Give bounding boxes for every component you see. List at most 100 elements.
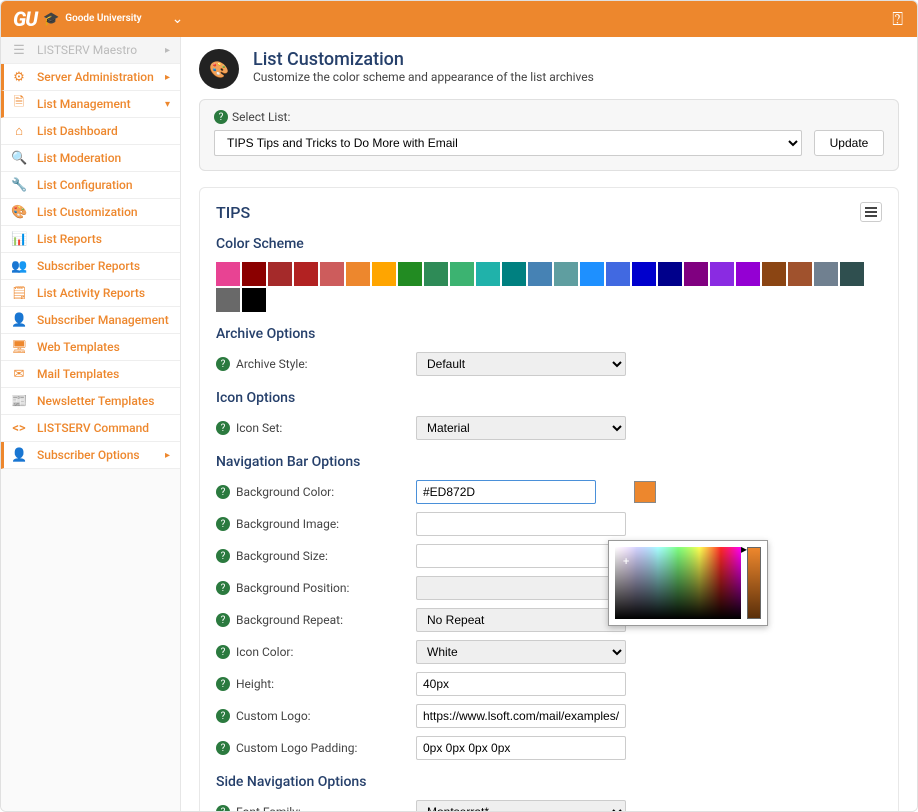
icon-options-heading: Icon Options [216, 390, 882, 406]
color-swatch-19[interactable] [710, 262, 734, 286]
sidebar-icon: 📰 [11, 394, 27, 409]
color-swatch-21[interactable] [762, 262, 786, 286]
sidebar-icon: 🔧 [11, 178, 27, 193]
color-swatch-11[interactable] [502, 262, 526, 286]
bg-color-input[interactable] [416, 480, 596, 504]
font-family-select[interactable]: Montserrat* [416, 800, 626, 811]
sidebar-item-8[interactable]: 👥 Subscriber Reports [1, 253, 180, 280]
color-picker-popup[interactable]: + ▸ [608, 540, 768, 626]
sidebar-item-13[interactable]: 📰 Newsletter Templates [1, 388, 180, 415]
color-swatch-7[interactable] [398, 262, 422, 286]
color-swatch-18[interactable] [684, 262, 708, 286]
color-swatches [216, 262, 882, 312]
help-icon[interactable]: ? [216, 613, 230, 627]
bg-image-input[interactable] [416, 512, 626, 536]
sidebar-item-label: List Moderation [37, 151, 121, 165]
help-icon[interactable]: ? [216, 485, 230, 499]
brand-name: Goode University [65, 14, 141, 24]
sidebar-item-3[interactable]: ⌂List Dashboard [1, 118, 180, 145]
color-picker-hue-slider[interactable] [747, 547, 761, 619]
hamburger-menu-icon[interactable] [860, 202, 882, 222]
help-icon[interactable]: ? [216, 421, 230, 435]
bg-color-swatch[interactable] [634, 481, 656, 503]
sidebar-item-2[interactable]: 🗎List Management▾ [1, 91, 180, 118]
icon-color-select[interactable]: White [416, 640, 626, 664]
color-swatch-5[interactable] [346, 262, 370, 286]
archive-style-select[interactable]: Default [416, 352, 626, 376]
sidebar-item-0[interactable]: ☰LISTSERV Maestro▸ [1, 37, 180, 64]
sidebar-icon: 🔍 [11, 151, 27, 166]
color-swatch-2[interactable] [268, 262, 292, 286]
bg-repeat-label: Background Repeat: [236, 613, 343, 627]
help-icon[interactable]: ? [216, 517, 230, 531]
brand-logo: GU 🎓 Goode University [13, 7, 142, 31]
color-swatch-3[interactable] [294, 262, 318, 286]
sidebar-item-10[interactable]: 👤Subscriber Management [1, 307, 180, 334]
help-icon[interactable]: ⍰ [892, 9, 903, 30]
sidebar-icon: 👤 [11, 313, 27, 328]
help-icon[interactable]: ? [214, 110, 228, 124]
sidebar-item-15[interactable]: 👤Subscriber Options▸ [1, 442, 180, 469]
main-content: 🎨 List Customization Customize the color… [181, 37, 917, 811]
color-swatch-13[interactable] [554, 262, 578, 286]
sidebar-item-14[interactable]: <>LISTSERV Command [1, 415, 180, 442]
color-swatch-22[interactable] [788, 262, 812, 286]
help-icon[interactable]: ? [216, 357, 230, 371]
help-icon[interactable]: ? [216, 677, 230, 691]
color-swatch-25[interactable] [216, 288, 240, 312]
color-swatch-1[interactable] [242, 262, 266, 286]
bg-position-select[interactable] [416, 576, 626, 600]
help-icon[interactable]: ? [216, 581, 230, 595]
select-list-dropdown[interactable]: TIPS Tips and Tricks to Do More with Ema… [214, 130, 802, 156]
sidebar-item-11[interactable]: 🖥Web Templates [1, 334, 180, 361]
sidebar-item-7[interactable]: 📊List Reports [1, 226, 180, 253]
color-swatch-16[interactable] [632, 262, 656, 286]
color-swatch-26[interactable] [242, 288, 266, 312]
sidebar-item-1[interactable]: ⚙Server Administration▸ [1, 64, 180, 91]
color-swatch-10[interactable] [476, 262, 500, 286]
sidebar-item-label: LISTSERV Command [37, 421, 149, 435]
color-swatch-14[interactable] [580, 262, 604, 286]
chevron-down-icon[interactable]: ⌄ [172, 11, 184, 27]
color-swatch-12[interactable] [528, 262, 552, 286]
color-swatch-17[interactable] [658, 262, 682, 286]
color-swatch-24[interactable] [840, 262, 864, 286]
help-icon[interactable]: ? [216, 645, 230, 659]
sidebar-item-12[interactable]: ✉Mail Templates [1, 361, 180, 388]
sidebar-item-label: Newsletter Templates [37, 394, 154, 408]
color-swatch-20[interactable] [736, 262, 760, 286]
color-swatch-8[interactable] [424, 262, 448, 286]
help-icon[interactable]: ? [216, 709, 230, 723]
color-swatch-9[interactable] [450, 262, 474, 286]
color-swatch-23[interactable] [814, 262, 838, 286]
bg-size-input[interactable] [416, 544, 626, 568]
caret-icon: ▸ [165, 72, 170, 83]
sidebar-item-label: Subscriber Reports [37, 259, 140, 273]
sidebar-item-5[interactable]: 🔧List Configuration [1, 172, 180, 199]
update-button[interactable]: Update [814, 130, 884, 156]
height-input[interactable] [416, 672, 626, 696]
font-family-label: Font Family: [236, 805, 301, 811]
archive-style-label: Archive Style: [236, 357, 308, 371]
color-picker-field[interactable]: + [615, 547, 741, 619]
help-icon[interactable]: ? [216, 741, 230, 755]
grad-cap-icon: 🎓 [43, 12, 59, 27]
color-swatch-0[interactable] [216, 262, 240, 286]
custom-logo-padding-input[interactable] [416, 736, 626, 760]
color-scheme-heading: Color Scheme [216, 236, 882, 252]
color-swatch-6[interactable] [372, 262, 396, 286]
color-swatch-15[interactable] [606, 262, 630, 286]
custom-logo-input[interactable] [416, 704, 626, 728]
sidebar-item-4[interactable]: 🔍 List Moderation [1, 145, 180, 172]
sidebar-icon: 👥 [11, 259, 27, 274]
icon-set-label: Icon Set: [236, 421, 282, 435]
sidebar-icon: 🗎 [11, 93, 27, 115]
bg-repeat-select[interactable]: No Repeat [416, 608, 626, 632]
icon-set-select[interactable]: Material [416, 416, 626, 440]
sidebar-item-9[interactable]: 🗒List Activity Reports [1, 280, 180, 307]
help-icon[interactable]: ? [216, 549, 230, 563]
sidebar-icon: 🖥 [11, 340, 27, 355]
color-swatch-4[interactable] [320, 262, 344, 286]
help-icon[interactable]: ? [216, 805, 230, 811]
sidebar-item-6[interactable]: 🎨List Customization [1, 199, 180, 226]
